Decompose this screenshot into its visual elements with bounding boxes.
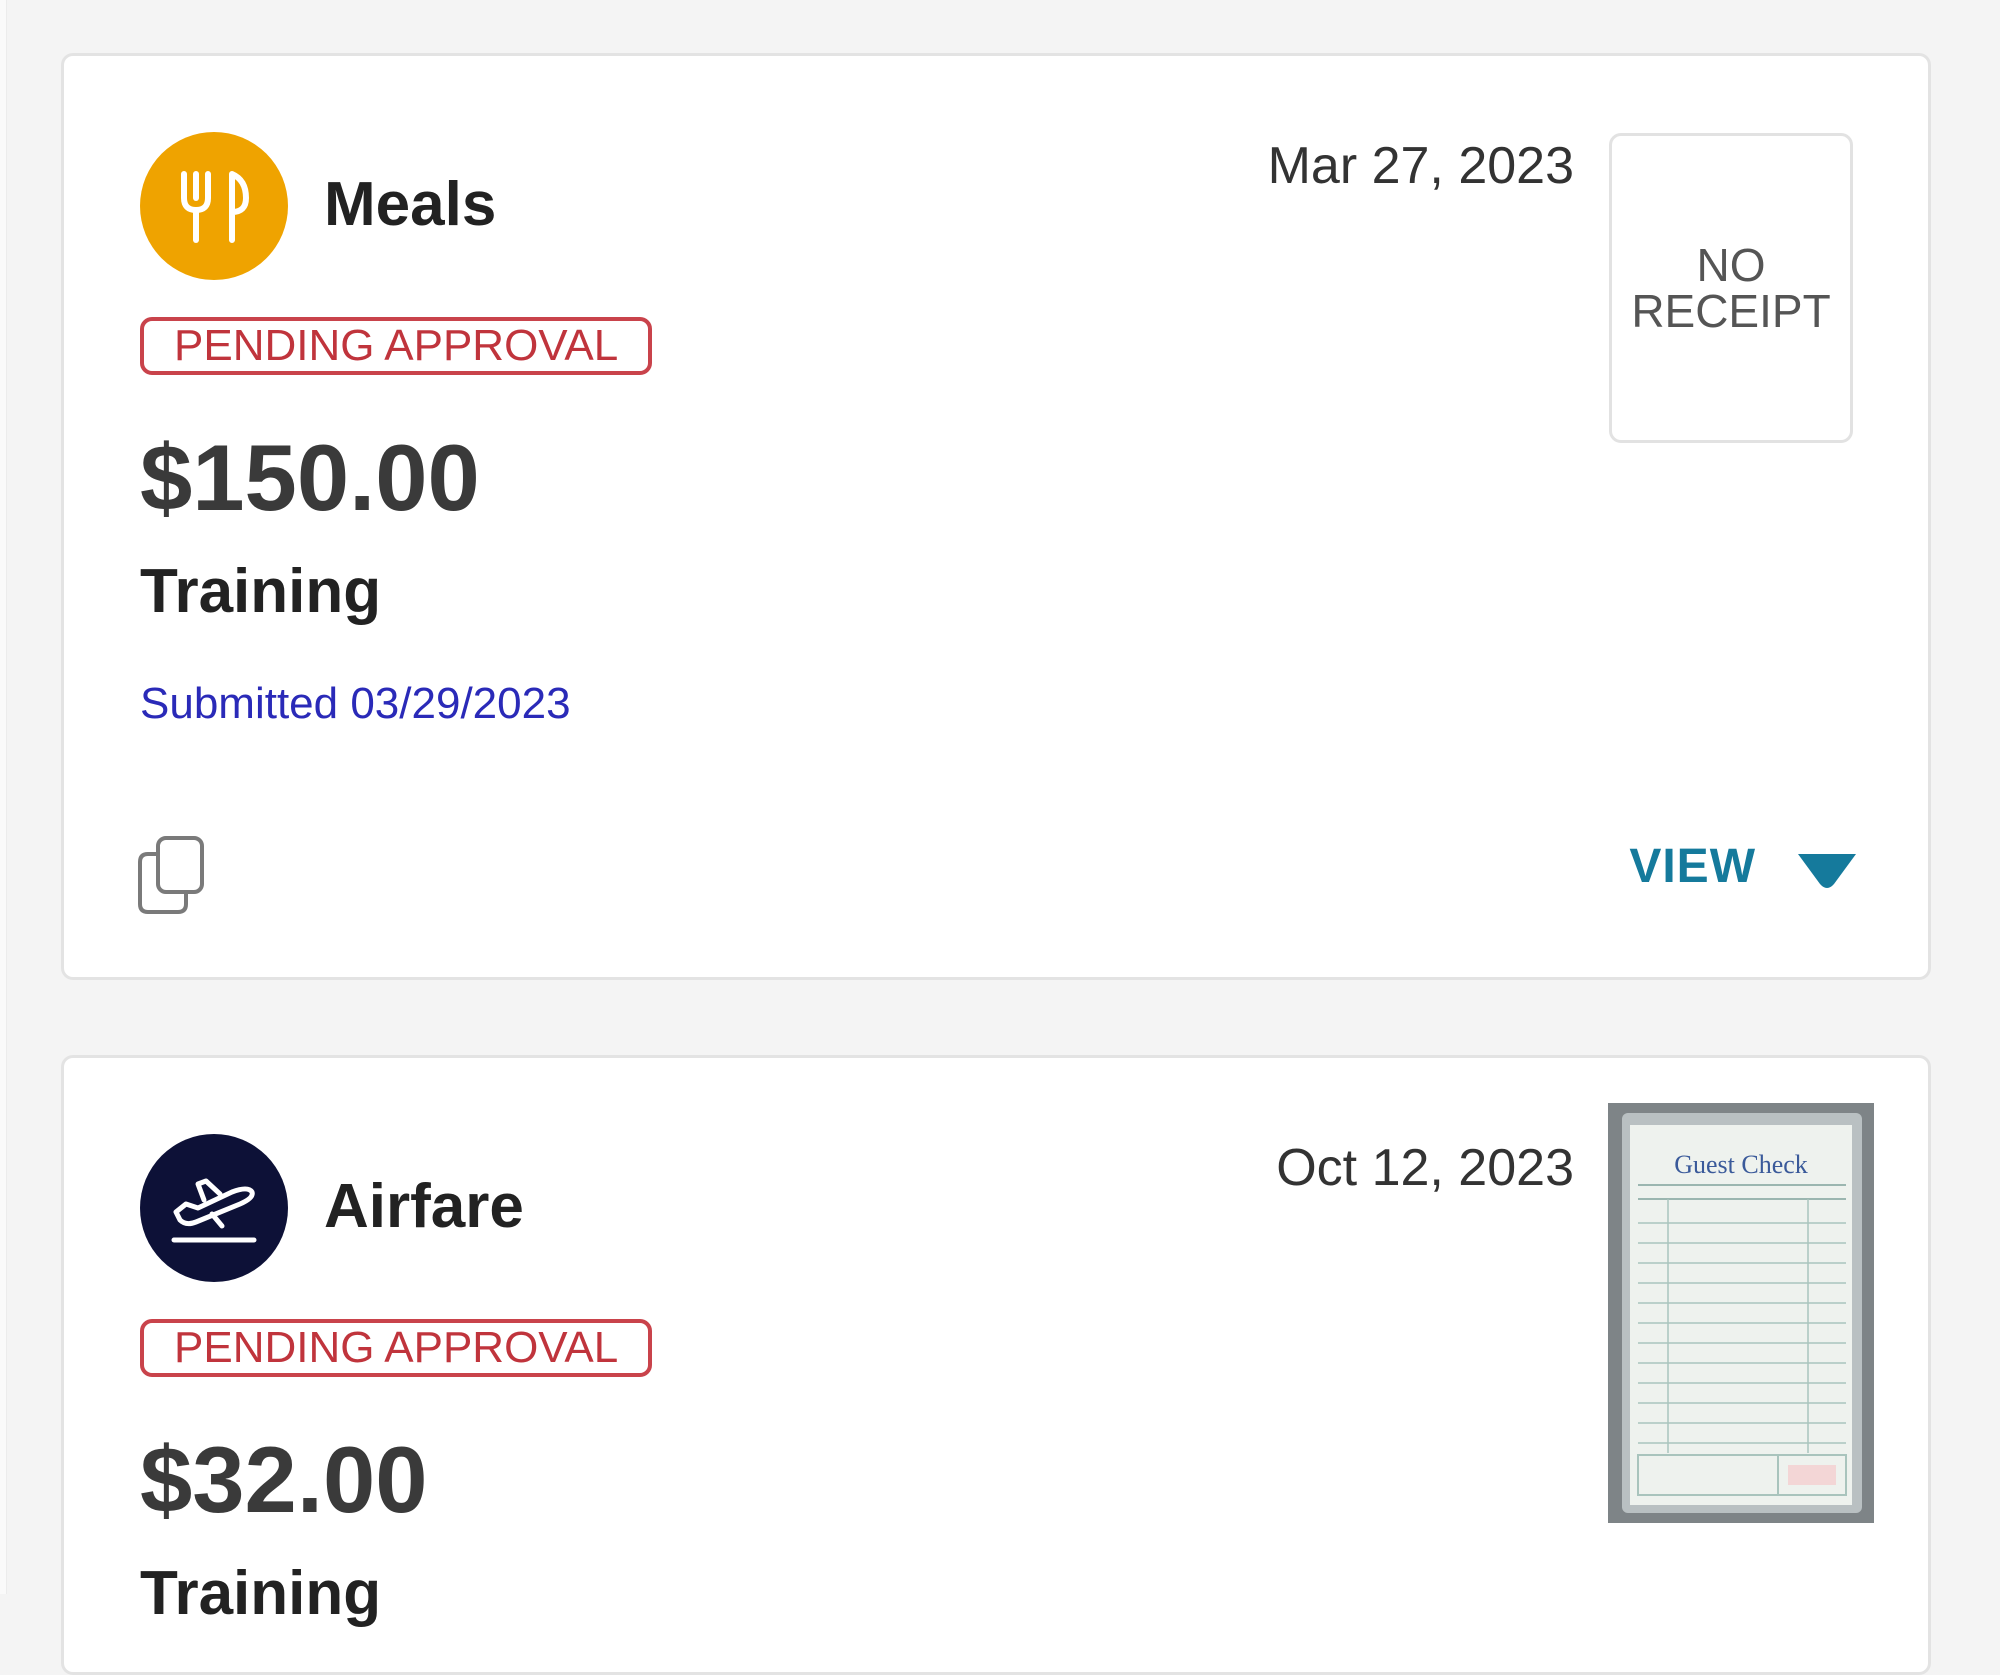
caret-down-icon <box>1798 854 1856 888</box>
receipt-image-text: Guest Check <box>1674 1150 1808 1179</box>
submitted-date: Submitted 03/29/2023 <box>140 679 571 728</box>
view-label: VIEW <box>1629 840 1756 893</box>
expense-date: Oct 12, 2023 <box>1276 1139 1574 1197</box>
expense-amount: $32.00 <box>140 1427 428 1532</box>
expense-purpose: Training <box>140 1559 382 1628</box>
expense-card-airfare[interactable]: Airfare PENDING APPROVAL $32.00 Training… <box>61 1055 1931 1675</box>
category-title: Airfare <box>324 1172 524 1241</box>
status-badge: PENDING APPROVAL <box>140 317 653 375</box>
no-receipt-placeholder[interactable]: NO RECEIPT <box>1609 133 1853 443</box>
receipt-image: Guest Check <box>1608 1103 1874 1523</box>
expense-purpose: Training <box>140 557 382 626</box>
screen-edge <box>0 0 7 1594</box>
receipt-thumbnail[interactable]: Guest Check <box>1608 1103 1874 1523</box>
expense-amount: $150.00 <box>140 425 480 530</box>
airplane-takeoff-icon <box>140 1134 288 1282</box>
fork-knife-icon <box>140 132 288 280</box>
view-button[interactable]: VIEW <box>1629 842 1860 892</box>
expense-card-meals[interactable]: Meals PENDING APPROVAL $150.00 Training … <box>61 53 1931 980</box>
copy-icon[interactable] <box>134 834 210 916</box>
status-badge: PENDING APPROVAL <box>140 1319 653 1377</box>
no-receipt-line1: NO <box>1696 239 1766 291</box>
no-receipt-line2: RECEIPT <box>1631 285 1831 337</box>
category-title: Meals <box>324 170 497 239</box>
expense-date: Mar 27, 2023 <box>1267 137 1574 195</box>
